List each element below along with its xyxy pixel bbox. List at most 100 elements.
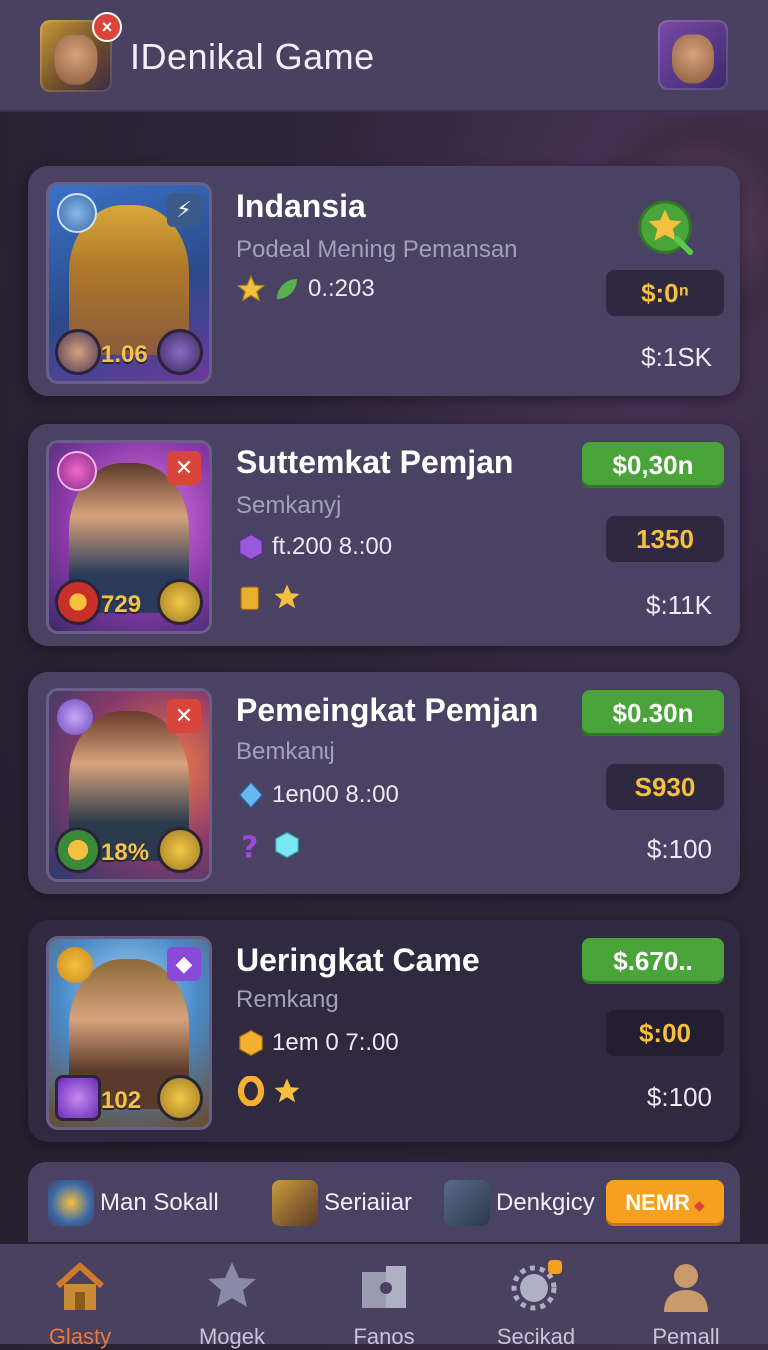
nav-item-fanos[interactable]: Fanos bbox=[324, 1258, 444, 1350]
price-button[interactable]: $:0ⁿ bbox=[606, 270, 724, 316]
card-price: $:100 bbox=[646, 834, 712, 864]
strip-item-label: Seriaiiar bbox=[324, 1189, 413, 1216]
purple-cube-icon bbox=[55, 1075, 101, 1121]
card-meta: 0.:203 bbox=[236, 274, 375, 304]
gold-ring-icon bbox=[237, 1076, 265, 1106]
close-badge-icon: ✕ bbox=[167, 699, 201, 733]
favorite-star-icon[interactable] bbox=[638, 200, 696, 258]
profile-icon bbox=[664, 1264, 708, 1312]
gold-cube-icon bbox=[239, 1029, 263, 1057]
card-title: Indansia bbox=[236, 188, 366, 224]
strip-item-label: Man Sokall bbox=[100, 1189, 219, 1216]
card-subtitle: Podeal Mening Pemansan bbox=[236, 236, 518, 263]
card-meta-text: 0.:203 bbox=[308, 275, 375, 302]
price-tag-button[interactable]: $0.30n bbox=[582, 690, 724, 736]
home-icon bbox=[55, 1261, 105, 1310]
nav-label: Pemall bbox=[652, 1324, 720, 1349]
game-card[interactable]: ✕ 18% Pemeingkat Pemjan Bemkanɩj 1en00 8… bbox=[28, 672, 740, 894]
bottom-nav: Glasty Mogek Fanos Secikad Pemall bbox=[0, 1244, 768, 1349]
strip-item[interactable]: Man Sokall bbox=[48, 1178, 219, 1228]
gold-bar-icon bbox=[240, 586, 260, 611]
featured-strip: Man Sokall Seriaiiar Denkgicy NEMR ◆ bbox=[28, 1162, 740, 1242]
card-title: Ueringkat Came bbox=[236, 942, 480, 978]
card-subtitle: Bemkanɩj bbox=[236, 738, 335, 765]
game-thumbnail: ✕ 729 bbox=[46, 440, 212, 634]
nav-label: Fanos bbox=[353, 1324, 415, 1349]
star-badge-icon bbox=[57, 947, 93, 983]
thumb-rating: 1.06 bbox=[101, 341, 148, 368]
value-button[interactable]: $:00 bbox=[606, 1010, 724, 1056]
diamond-icon: ◆ bbox=[690, 1197, 705, 1213]
mage-avatar-icon bbox=[157, 329, 203, 375]
gold-crown-icon bbox=[55, 827, 101, 873]
nav-label: Glasty bbox=[48, 1324, 112, 1349]
card-meta-text: ft.200 8.:00 bbox=[272, 533, 393, 560]
strip-item[interactable]: Seriaiiar bbox=[272, 1178, 412, 1228]
card-price: $:1SK bbox=[641, 342, 712, 372]
svg-text:?: ? bbox=[241, 831, 258, 861]
card-subtitle: Remkang bbox=[236, 986, 339, 1013]
ice-cube-icon bbox=[275, 831, 299, 859]
purple-cube-icon bbox=[239, 533, 263, 561]
strip-item[interactable]: Denkgicy bbox=[444, 1178, 595, 1228]
card-meta-text: 1en00 8.:00 bbox=[272, 781, 399, 808]
blue-gem-icon bbox=[238, 781, 264, 809]
card-price: $:11K bbox=[645, 590, 712, 620]
card-rewards bbox=[236, 582, 302, 612]
player-avatar-icon bbox=[55, 329, 101, 375]
level-badge-icon bbox=[57, 193, 97, 233]
mystery-icon: ? bbox=[241, 831, 258, 861]
card-price: $:100 bbox=[646, 1082, 712, 1112]
card-subtitle: Semkanyj bbox=[236, 492, 342, 519]
strip-avatar-icon bbox=[48, 1180, 94, 1226]
nav-label: Mogek bbox=[198, 1324, 266, 1349]
gold-shield-icon bbox=[157, 827, 203, 873]
nav-item-pemall[interactable]: Pemall bbox=[626, 1258, 746, 1350]
profile-avatar[interactable] bbox=[658, 20, 728, 90]
nav-item-secikad[interactable]: Secikad bbox=[476, 1258, 596, 1350]
card-meta: 1en00 8.:00 bbox=[236, 780, 399, 810]
game-card[interactable]: ⚡ 1.06 Indansia Podeal Mening Pemansan 0… bbox=[28, 166, 740, 396]
nav-item-glasty[interactable]: Glasty bbox=[20, 1258, 140, 1350]
game-thumbnail: ✕ 18% bbox=[46, 688, 212, 882]
star-badge-icon bbox=[55, 579, 101, 625]
price-tag-button[interactable]: $0,30n bbox=[582, 442, 724, 488]
card-meta: ft.200 8.:00 bbox=[236, 532, 392, 562]
orb-icon bbox=[57, 451, 97, 491]
value-button[interactable]: S930 bbox=[606, 764, 724, 810]
price-tag-button[interactable]: $.670.. bbox=[582, 938, 724, 984]
close-icon[interactable]: × bbox=[92, 12, 122, 42]
nav-item-mogek[interactable]: Mogek bbox=[172, 1258, 292, 1350]
gear-icon bbox=[511, 1260, 562, 1311]
card-rewards bbox=[236, 1076, 302, 1106]
app-header: × IDenikal Game bbox=[0, 0, 768, 112]
thumb-rating: 102 bbox=[101, 1087, 142, 1114]
thumb-rating: 18% bbox=[101, 839, 150, 866]
game-thumbnail: ⚡ 1.06 bbox=[46, 182, 212, 384]
card-meta-text: 1em 0 7:.00 bbox=[272, 1029, 399, 1056]
star-icon bbox=[236, 274, 266, 302]
game-card[interactable]: ◆ 102 Ueringkat Came Remkang 1em 0 7:.00… bbox=[28, 920, 740, 1142]
card-title: Pemeingkat Pemjan bbox=[236, 692, 539, 728]
puzzle-icon bbox=[362, 1266, 406, 1308]
strip-item-label: Denkgicy bbox=[496, 1189, 595, 1216]
leaf-icon bbox=[277, 279, 297, 299]
star-icon bbox=[274, 1078, 300, 1103]
thumb-rating: 729 bbox=[101, 591, 142, 618]
game-card[interactable]: ✕ 729 Suttemkat Pemjan Semkanyj ft.200 8… bbox=[28, 424, 740, 646]
star-icon bbox=[274, 584, 300, 609]
strip-avatar-icon bbox=[272, 1180, 318, 1226]
gold-shield-icon bbox=[157, 579, 203, 625]
next-button-label: NEMR bbox=[625, 1190, 691, 1215]
close-badge-icon: ✕ bbox=[167, 451, 201, 485]
nav-label: Secikad bbox=[496, 1324, 576, 1349]
card-rewards: ? bbox=[236, 830, 302, 860]
next-button[interactable]: NEMR ◆ bbox=[606, 1180, 724, 1226]
purple-gem-icon: ◆ bbox=[167, 947, 201, 981]
card-title: Suttemkat Pemjan bbox=[236, 444, 514, 480]
strip-avatar-icon bbox=[444, 1180, 490, 1226]
star-icon bbox=[208, 1262, 256, 1307]
rune-icon: ⚡ bbox=[167, 193, 201, 227]
app-title: IDenikal Game bbox=[130, 36, 375, 77]
value-button[interactable]: 1350 bbox=[606, 516, 724, 562]
